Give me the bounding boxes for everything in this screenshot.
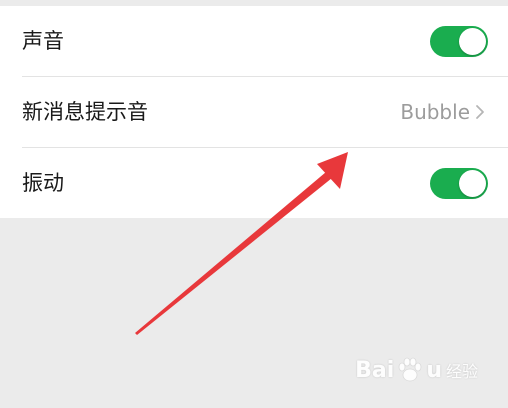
sound-toggle-knob: [459, 28, 486, 55]
new-message-tone-value: Bubble: [400, 100, 470, 124]
new-message-tone-label: 新消息提示音: [22, 100, 148, 124]
new-message-tone-row[interactable]: 新消息提示音 Bubble: [0, 77, 508, 147]
baidu-jingyan-watermark: Bai u 经验: [355, 350, 478, 390]
vibration-toggle[interactable]: [430, 168, 488, 199]
sound-label: 声音: [22, 29, 64, 53]
paw-icon: [398, 357, 422, 382]
chevron-right-icon: [476, 105, 484, 119]
watermark-right-text: u: [426, 357, 442, 383]
sound-row[interactable]: 声音: [0, 6, 508, 76]
notification-settings-group: 声音 新消息提示音 Bubble 振动: [0, 6, 508, 218]
sound-toggle[interactable]: [430, 26, 488, 57]
watermark-left-text: Bai: [355, 357, 395, 383]
vibration-row[interactable]: 振动: [0, 148, 508, 218]
vibration-label: 振动: [22, 171, 64, 195]
vibration-toggle-knob: [459, 170, 486, 197]
watermark-sub-text: 经验: [445, 362, 478, 381]
